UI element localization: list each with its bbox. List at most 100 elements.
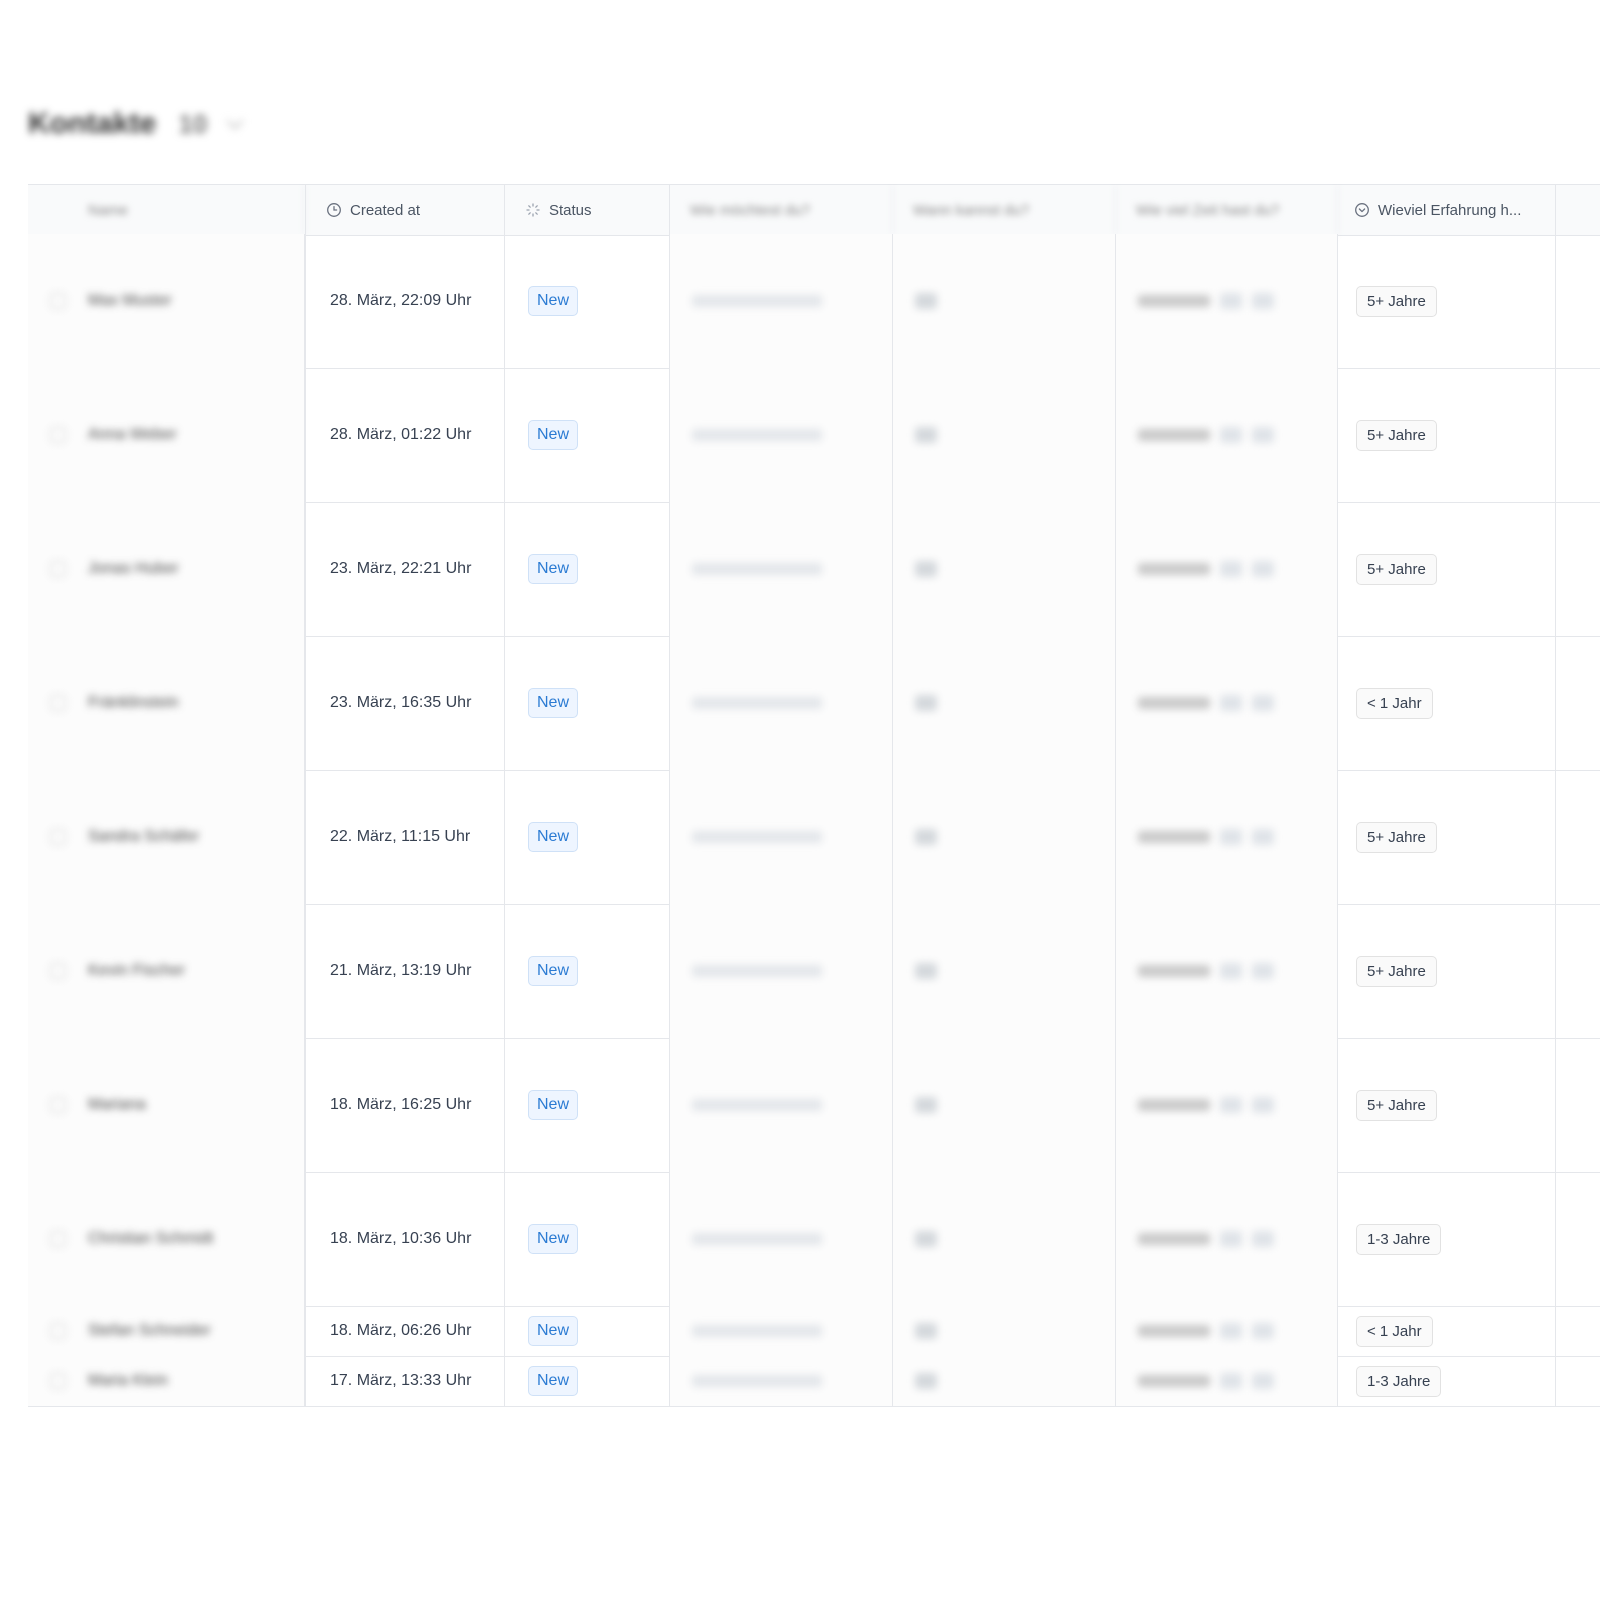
status-cell[interactable]: New xyxy=(505,904,670,1038)
blurred-tag xyxy=(1252,963,1274,979)
created-at-cell[interactable]: 18. März, 10:36 Uhr xyxy=(305,1172,505,1306)
table-row[interactable]: Max Muster 28. März, 22:09 Uhr New 5+ Ja… xyxy=(28,234,1600,369)
row-select-checkbox[interactable] xyxy=(50,1231,66,1247)
col4-cell[interactable] xyxy=(670,1306,893,1356)
col6-cell[interactable] xyxy=(1116,1038,1338,1172)
table-row[interactable]: Fränklinstein 23. März, 16:35 Uhr New < … xyxy=(28,636,1600,771)
row-select-checkbox[interactable] xyxy=(50,427,66,443)
status-cell[interactable]: New xyxy=(505,1306,670,1356)
status-cell[interactable]: New xyxy=(505,502,670,636)
col5-cell[interactable] xyxy=(893,770,1116,904)
row-select-checkbox[interactable] xyxy=(50,293,66,309)
name-cell[interactable]: Max Muster xyxy=(28,234,305,368)
name-cell[interactable]: Jonas Huber xyxy=(28,502,305,636)
status-cell[interactable]: New xyxy=(505,1038,670,1172)
status-cell[interactable]: New xyxy=(505,1172,670,1306)
created-at-cell[interactable]: 28. März, 01:22 Uhr xyxy=(305,368,505,502)
table-row[interactable]: Maria Klein 17. März, 13:33 Uhr New 1-3 … xyxy=(28,1356,1600,1407)
name-cell[interactable]: Kevin Fischer xyxy=(28,904,305,1038)
col6-cell[interactable] xyxy=(1116,1306,1338,1356)
row-select-checkbox[interactable] xyxy=(50,829,66,845)
name-cell[interactable]: Maria Klein xyxy=(28,1356,305,1406)
status-cell[interactable]: New xyxy=(505,770,670,904)
col5-cell[interactable] xyxy=(893,1306,1116,1356)
name-cell[interactable]: Stefan Schneider xyxy=(28,1306,305,1356)
col6-cell[interactable] xyxy=(1116,636,1338,770)
name-cell[interactable]: Mariana xyxy=(28,1038,305,1172)
experience-cell[interactable]: 5+ Jahre xyxy=(1338,502,1556,636)
column-header-col4[interactable]: Wie möchtest du? xyxy=(670,185,893,235)
col6-cell[interactable] xyxy=(1116,502,1338,636)
table-row[interactable]: Sandra Schäfer 22. März, 11:15 Uhr New 5… xyxy=(28,770,1600,905)
name-cell[interactable]: Fränklinstein xyxy=(28,636,305,770)
created-at-cell[interactable]: 23. März, 22:21 Uhr xyxy=(305,502,505,636)
col6-cell[interactable] xyxy=(1116,904,1338,1038)
row-select-checkbox[interactable] xyxy=(50,1323,66,1339)
status-cell[interactable]: New xyxy=(505,234,670,368)
created-at-cell[interactable]: 18. März, 16:25 Uhr xyxy=(305,1038,505,1172)
overflow-cell xyxy=(1556,502,1600,636)
col4-cell[interactable] xyxy=(670,368,893,502)
experience-cell[interactable]: 5+ Jahre xyxy=(1338,770,1556,904)
name-cell[interactable]: Christian Schmidt xyxy=(28,1172,305,1306)
column-header-col6[interactable]: Wie viel Zeit hast du? xyxy=(1116,185,1338,235)
col6-cell[interactable] xyxy=(1116,234,1338,368)
created-at-cell[interactable]: 28. März, 22:09 Uhr xyxy=(305,234,505,368)
col5-cell[interactable] xyxy=(893,904,1116,1038)
chevron-down-icon[interactable] xyxy=(226,112,244,130)
col5-cell[interactable] xyxy=(893,502,1116,636)
row-select-checkbox[interactable] xyxy=(50,1097,66,1113)
experience-cell[interactable]: < 1 Jahr xyxy=(1338,1306,1556,1356)
col4-cell[interactable] xyxy=(670,1038,893,1172)
status-cell[interactable]: New xyxy=(505,636,670,770)
created-at-cell[interactable]: 23. März, 16:35 Uhr xyxy=(305,636,505,770)
table-row[interactable]: Mariana 18. März, 16:25 Uhr New 5+ Jahre xyxy=(28,1038,1600,1173)
col5-cell[interactable] xyxy=(893,1172,1116,1306)
col5-cell[interactable] xyxy=(893,636,1116,770)
experience-cell[interactable]: 1-3 Jahre xyxy=(1338,1172,1556,1306)
col6-cell[interactable] xyxy=(1116,1356,1338,1406)
col4-cell[interactable] xyxy=(670,770,893,904)
col6-cell[interactable] xyxy=(1116,770,1338,904)
col4-cell[interactable] xyxy=(670,502,893,636)
col4-cell[interactable] xyxy=(670,234,893,368)
experience-cell[interactable]: 1-3 Jahre xyxy=(1338,1356,1556,1406)
created-at-cell[interactable]: 21. März, 13:19 Uhr xyxy=(305,904,505,1038)
table-row[interactable]: Kevin Fischer 21. März, 13:19 Uhr New 5+… xyxy=(28,904,1600,1039)
col6-cell[interactable] xyxy=(1116,1172,1338,1306)
column-header-experience[interactable]: Wieviel Erfahrung h... xyxy=(1338,185,1556,235)
experience-cell[interactable]: 5+ Jahre xyxy=(1338,1038,1556,1172)
col6-cell[interactable] xyxy=(1116,368,1338,502)
created-at-cell[interactable]: 22. März, 11:15 Uhr xyxy=(305,770,505,904)
experience-cell[interactable]: 5+ Jahre xyxy=(1338,904,1556,1038)
column-header-col5[interactable]: Wann kannst du? xyxy=(893,185,1116,235)
experience-cell[interactable]: 5+ Jahre xyxy=(1338,368,1556,502)
col5-cell[interactable] xyxy=(893,368,1116,502)
col5-cell[interactable] xyxy=(893,1038,1116,1172)
table-row[interactable]: Anna Weber 28. März, 01:22 Uhr New 5+ Ja… xyxy=(28,368,1600,503)
row-select-checkbox[interactable] xyxy=(50,695,66,711)
column-header-status[interactable]: Status xyxy=(505,185,670,235)
table-row[interactable]: Jonas Huber 23. März, 22:21 Uhr New 5+ J… xyxy=(28,502,1600,637)
column-header-created-at[interactable]: Created at xyxy=(305,185,505,235)
col4-cell[interactable] xyxy=(670,1356,893,1406)
col5-cell[interactable] xyxy=(893,234,1116,368)
row-select-checkbox[interactable] xyxy=(50,1373,66,1389)
table-row[interactable]: Christian Schmidt 18. März, 10:36 Uhr Ne… xyxy=(28,1172,1600,1307)
experience-cell[interactable]: 5+ Jahre xyxy=(1338,234,1556,368)
col4-cell[interactable] xyxy=(670,636,893,770)
row-select-checkbox[interactable] xyxy=(50,561,66,577)
experience-cell[interactable]: < 1 Jahr xyxy=(1338,636,1556,770)
status-cell[interactable]: New xyxy=(505,1356,670,1406)
column-header-name[interactable]: Name xyxy=(28,185,305,235)
created-at-cell[interactable]: 17. März, 13:33 Uhr xyxy=(305,1356,505,1406)
row-select-checkbox[interactable] xyxy=(50,963,66,979)
created-at-cell[interactable]: 18. März, 06:26 Uhr xyxy=(305,1306,505,1356)
col4-cell[interactable] xyxy=(670,1172,893,1306)
name-cell[interactable]: Anna Weber xyxy=(28,368,305,502)
table-row[interactable]: Stefan Schneider 18. März, 06:26 Uhr New… xyxy=(28,1306,1600,1357)
name-cell[interactable]: Sandra Schäfer xyxy=(28,770,305,904)
col4-cell[interactable] xyxy=(670,904,893,1038)
status-cell[interactable]: New xyxy=(505,368,670,502)
col5-cell[interactable] xyxy=(893,1356,1116,1406)
